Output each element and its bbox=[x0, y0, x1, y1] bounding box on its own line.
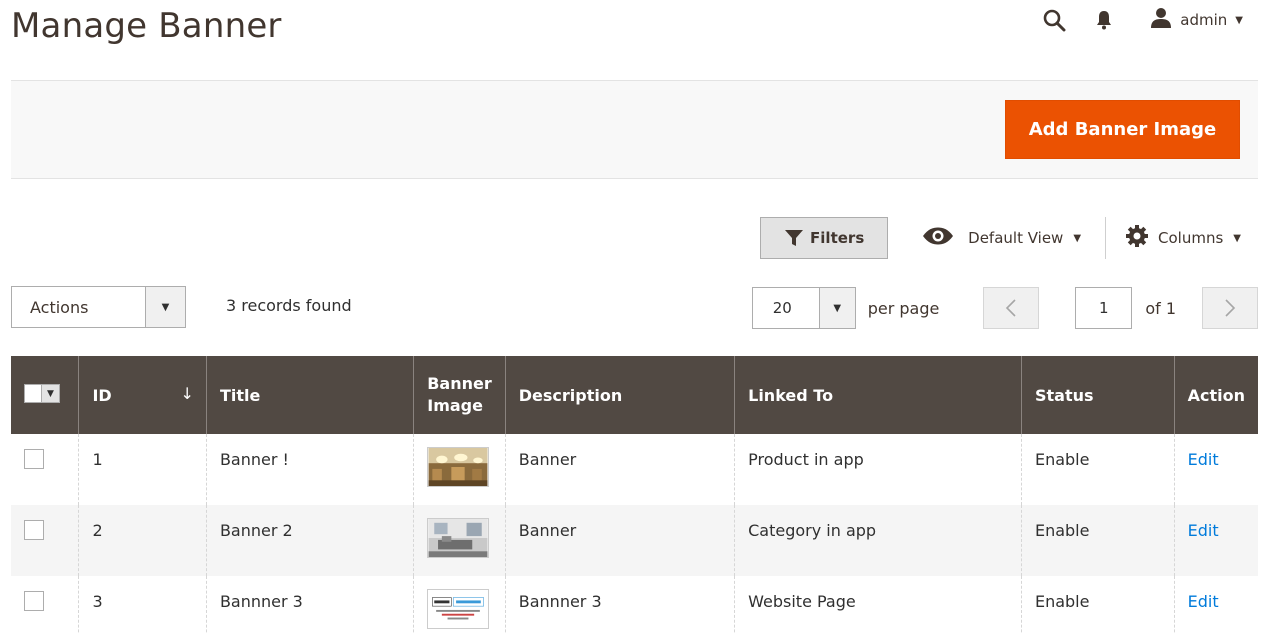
column-header-action: Action bbox=[1174, 356, 1258, 434]
column-header-status[interactable]: Status bbox=[1021, 356, 1175, 434]
table-row: 2 Banner 2 Banner Category in app Enable… bbox=[11, 505, 1258, 576]
default-view-label: Default View bbox=[968, 229, 1064, 247]
edit-link[interactable]: Edit bbox=[1188, 521, 1219, 540]
add-banner-image-button[interactable]: Add Banner Image bbox=[1005, 100, 1240, 159]
chevron-down-icon: ▼ bbox=[145, 287, 185, 327]
cell-action: Edit bbox=[1174, 434, 1258, 505]
cell-status: Enable bbox=[1021, 505, 1175, 576]
next-page-button[interactable] bbox=[1202, 287, 1258, 329]
page-title: Manage Banner bbox=[11, 6, 282, 46]
cell-linked-to: Website Page bbox=[734, 576, 1022, 634]
cell-status: Enable bbox=[1021, 576, 1175, 634]
edit-link[interactable]: Edit bbox=[1188, 450, 1219, 469]
column-header-title[interactable]: Title bbox=[206, 356, 415, 434]
columns-dropdown[interactable]: Columns ▼ bbox=[1126, 225, 1241, 251]
cell-banner-image bbox=[413, 434, 506, 505]
cell-id: 3 bbox=[78, 576, 207, 634]
cell-description: Banner bbox=[505, 434, 736, 505]
previous-page-button[interactable] bbox=[983, 287, 1040, 329]
header-actions: admin ▼ bbox=[1042, 4, 1243, 36]
row-checkbox[interactable] bbox=[24, 591, 44, 611]
table-header-row: ▼ ID ↓ Title Banner Image Description Li… bbox=[11, 356, 1258, 434]
filter-icon bbox=[785, 230, 804, 246]
chevron-down-icon: ▼ bbox=[41, 385, 59, 402]
column-header-id-label: ID bbox=[92, 385, 112, 405]
mass-select-header: ▼ bbox=[11, 356, 80, 434]
filters-label: Filters bbox=[810, 229, 865, 247]
cell-status: Enable bbox=[1021, 434, 1175, 505]
table-row: 1 Banner ! Banner Product in app Enable … bbox=[11, 434, 1258, 505]
cell-title: Banner 2 bbox=[206, 505, 415, 576]
columns-label: Columns bbox=[1158, 229, 1224, 247]
cell-description: Bannner 3 bbox=[505, 576, 736, 634]
search-icon[interactable] bbox=[1042, 8, 1066, 32]
filters-button[interactable]: Filters bbox=[760, 217, 889, 259]
cell-banner-image bbox=[413, 505, 506, 576]
interior-room-thumbnail[interactable] bbox=[427, 518, 490, 558]
gear-icon bbox=[1126, 225, 1149, 251]
row-checkbox[interactable] bbox=[24, 520, 44, 540]
cell-description: Banner bbox=[505, 505, 736, 576]
cell-title: Banner ! bbox=[206, 434, 415, 505]
column-header-banner-image[interactable]: Banner Image bbox=[413, 356, 506, 434]
cell-id: 1 bbox=[78, 434, 207, 505]
sort-descending-icon: ↓ bbox=[180, 384, 194, 403]
per-page-label: per page bbox=[867, 298, 940, 318]
cell-linked-to: Category in app bbox=[734, 505, 1022, 576]
chevron-left-icon bbox=[1006, 299, 1016, 317]
edit-link[interactable]: Edit bbox=[1188, 592, 1219, 611]
cell-action: Edit bbox=[1174, 576, 1258, 634]
page-action-bar: Add Banner Image bbox=[11, 80, 1258, 179]
chevron-down-icon: ▼ bbox=[1073, 232, 1082, 244]
hotel-lobby-thumbnail[interactable] bbox=[427, 447, 490, 487]
actions-select-value: Actions bbox=[30, 297, 89, 317]
cell-title: Bannner 3 bbox=[206, 576, 415, 634]
chevron-down-icon: ▼ bbox=[1235, 14, 1243, 26]
banner-grid: ▼ ID ↓ Title Banner Image Description Li… bbox=[11, 356, 1258, 634]
column-header-linked-to[interactable]: Linked To bbox=[734, 356, 1022, 434]
pagination: 20 ▼ per page of 1 bbox=[751, 287, 1258, 329]
user-icon bbox=[1150, 7, 1172, 33]
table-row: 3 Bannner 3 Bannner 3 Website Page Enabl… bbox=[11, 576, 1258, 634]
cell-id: 2 bbox=[78, 505, 207, 576]
per-page-value: 20 bbox=[772, 299, 792, 317]
mass-select-checkbox[interactable]: ▼ bbox=[24, 384, 60, 403]
cell-banner-image bbox=[413, 576, 506, 634]
coming-soon-thumbnail[interactable] bbox=[427, 589, 490, 629]
bell-icon[interactable] bbox=[1096, 10, 1112, 30]
current-page-input[interactable] bbox=[1075, 287, 1133, 329]
chevron-right-icon bbox=[1225, 299, 1236, 317]
default-view-dropdown[interactable]: Default View ▼ bbox=[922, 217, 1107, 259]
total-pages-label: of 1 bbox=[1145, 298, 1176, 318]
admin-username: admin bbox=[1180, 11, 1228, 29]
admin-user-menu[interactable]: admin ▼ bbox=[1150, 7, 1243, 33]
cell-linked-to: Product in app bbox=[734, 434, 1022, 505]
grid-controls: Filters Default View ▼ Columns ▼ bbox=[760, 216, 1241, 260]
column-header-description[interactable]: Description bbox=[505, 356, 736, 434]
row-select-cell bbox=[11, 576, 80, 634]
mass-actions-select[interactable]: Actions ▼ bbox=[11, 286, 186, 328]
eye-icon bbox=[922, 227, 954, 249]
per-page-select[interactable]: 20 ▼ bbox=[751, 287, 856, 329]
row-select-cell bbox=[11, 434, 80, 505]
row-checkbox[interactable] bbox=[24, 449, 44, 469]
cell-action: Edit bbox=[1174, 505, 1258, 576]
row-select-cell bbox=[11, 505, 80, 576]
records-found-count: 3 records found bbox=[226, 296, 352, 315]
chevron-down-icon: ▼ bbox=[1233, 232, 1241, 244]
column-header-id[interactable]: ID ↓ bbox=[78, 356, 207, 434]
chevron-down-icon: ▼ bbox=[818, 288, 855, 328]
